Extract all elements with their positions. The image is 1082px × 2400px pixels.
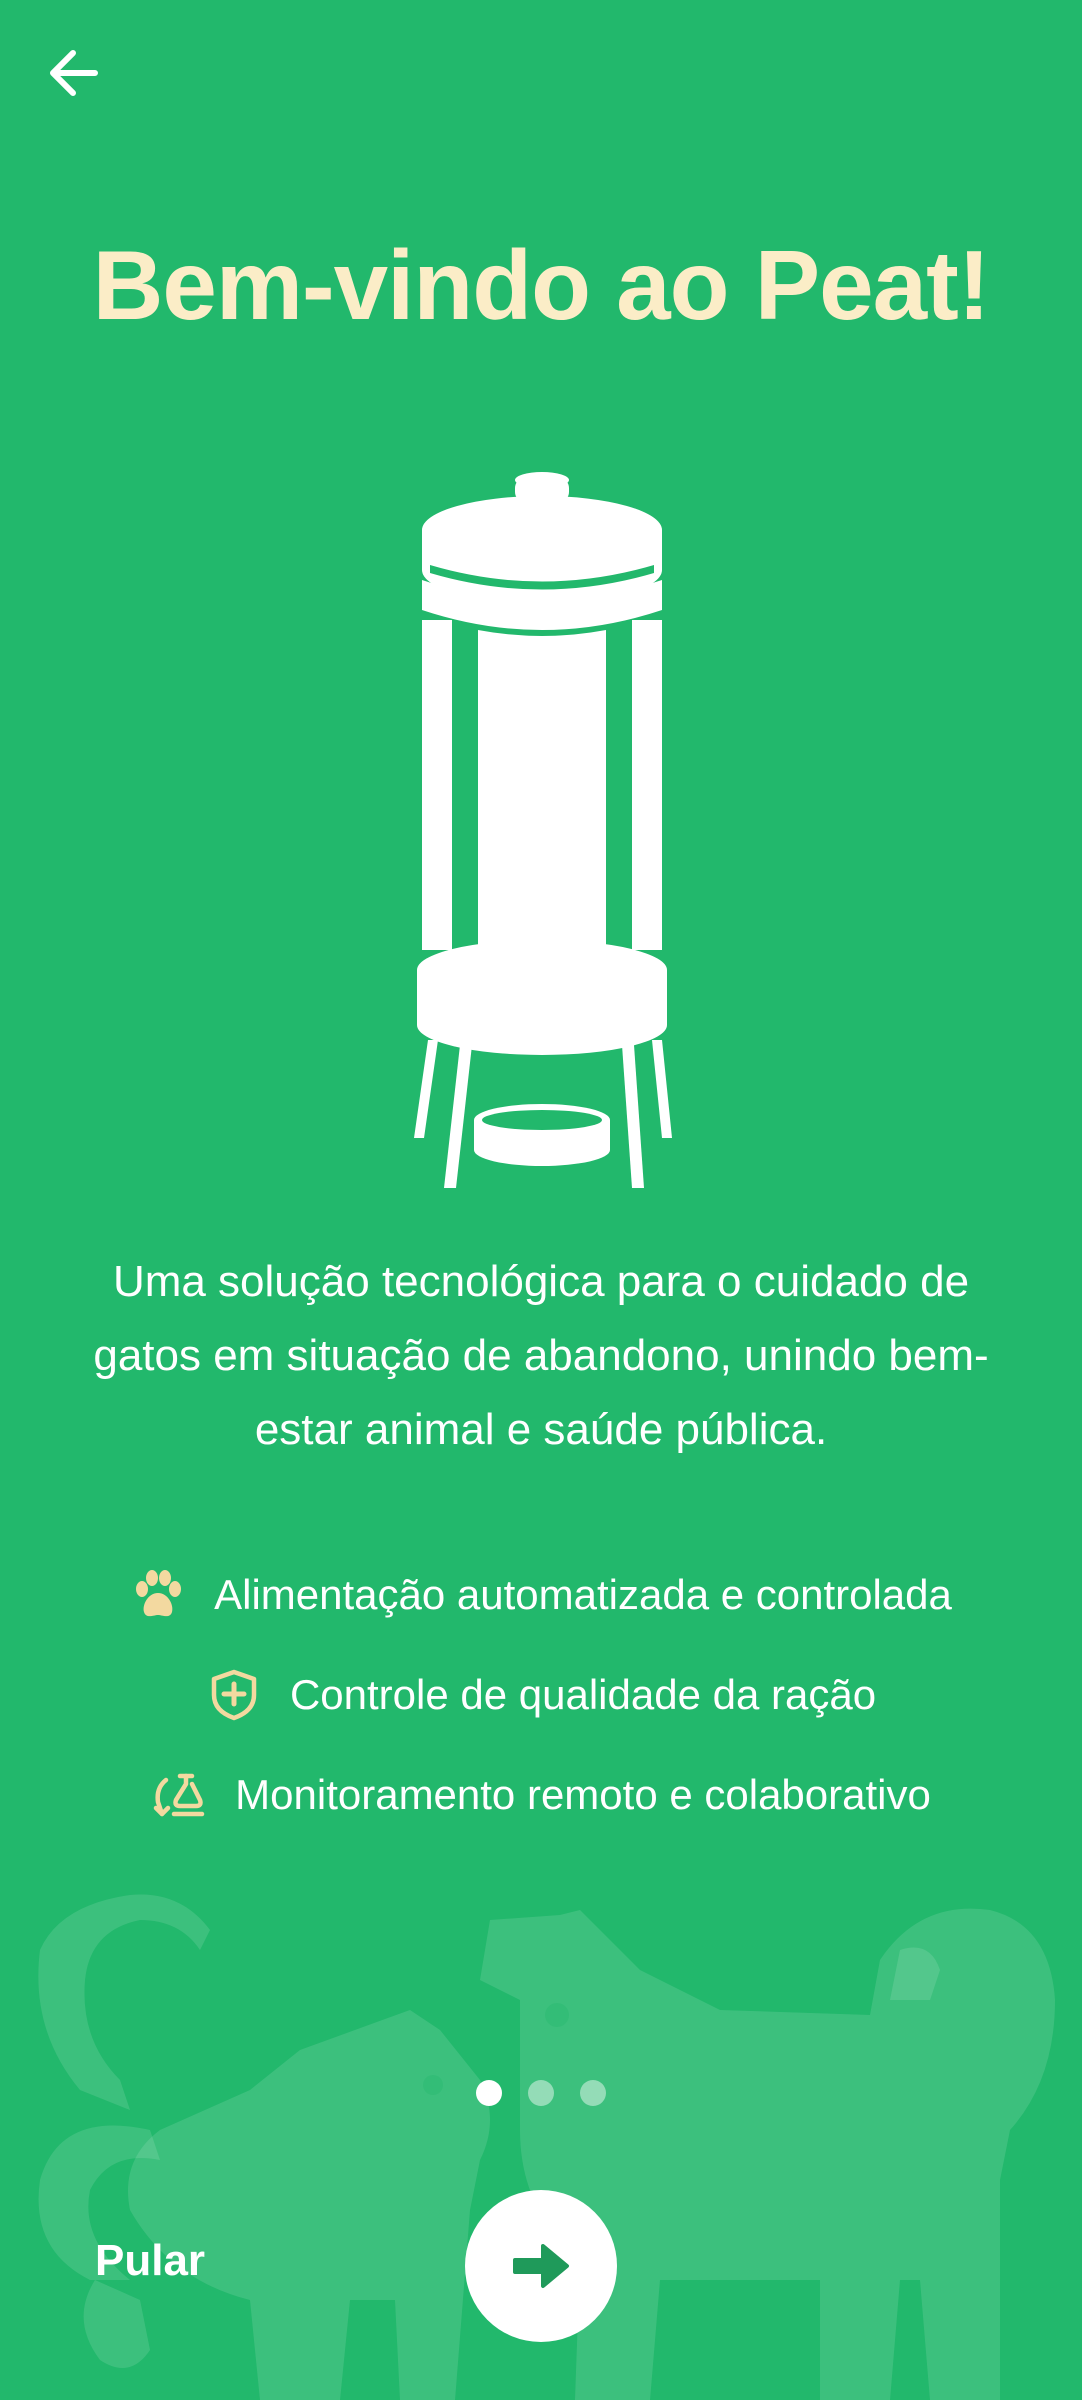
features-list: Alimentação automatizada e controlada Co… <box>0 1545 1082 1845</box>
page-dot-2[interactable] <box>528 2080 554 2106</box>
feature-item: Controle de qualidade da ração <box>0 1645 1082 1745</box>
feature-label: Controle de qualidade da ração <box>289 1671 877 1718</box>
feature-label: Monitoramento remoto e colaborativo <box>235 1771 931 1818</box>
app-description: Uma solução tecnológica para o cuidado d… <box>93 1257 989 1454</box>
next-button[interactable] <box>465 2190 617 2342</box>
page-title: Bem-vindo ao Peat! <box>92 230 991 340</box>
feature-item: Monitoramento remoto e colaborativo <box>0 1745 1082 1845</box>
cat-feeder-illustration <box>414 472 672 1188</box>
page-dot-3[interactable] <box>580 2080 606 2106</box>
arrow-left-icon <box>50 50 98 96</box>
arrow-right-icon <box>513 2244 569 2288</box>
shield-plus-icon <box>206 1667 262 1723</box>
skip-button[interactable]: Pular <box>95 2236 205 2286</box>
page-dot-1[interactable] <box>476 2080 502 2106</box>
feature-item: Alimentação automatizada e controlada <box>0 1545 1082 1645</box>
onboarding-screen: Bem-vindo ao Peat! Uma solução tecnológi… <box>0 0 1082 2400</box>
paw-icon <box>130 1567 186 1623</box>
page-indicator <box>0 2080 1082 2106</box>
remote-monitoring-icon <box>151 1767 207 1823</box>
feature-label: Alimentação automatizada e controlada <box>214 1571 952 1618</box>
back-button[interactable] <box>38 38 108 108</box>
